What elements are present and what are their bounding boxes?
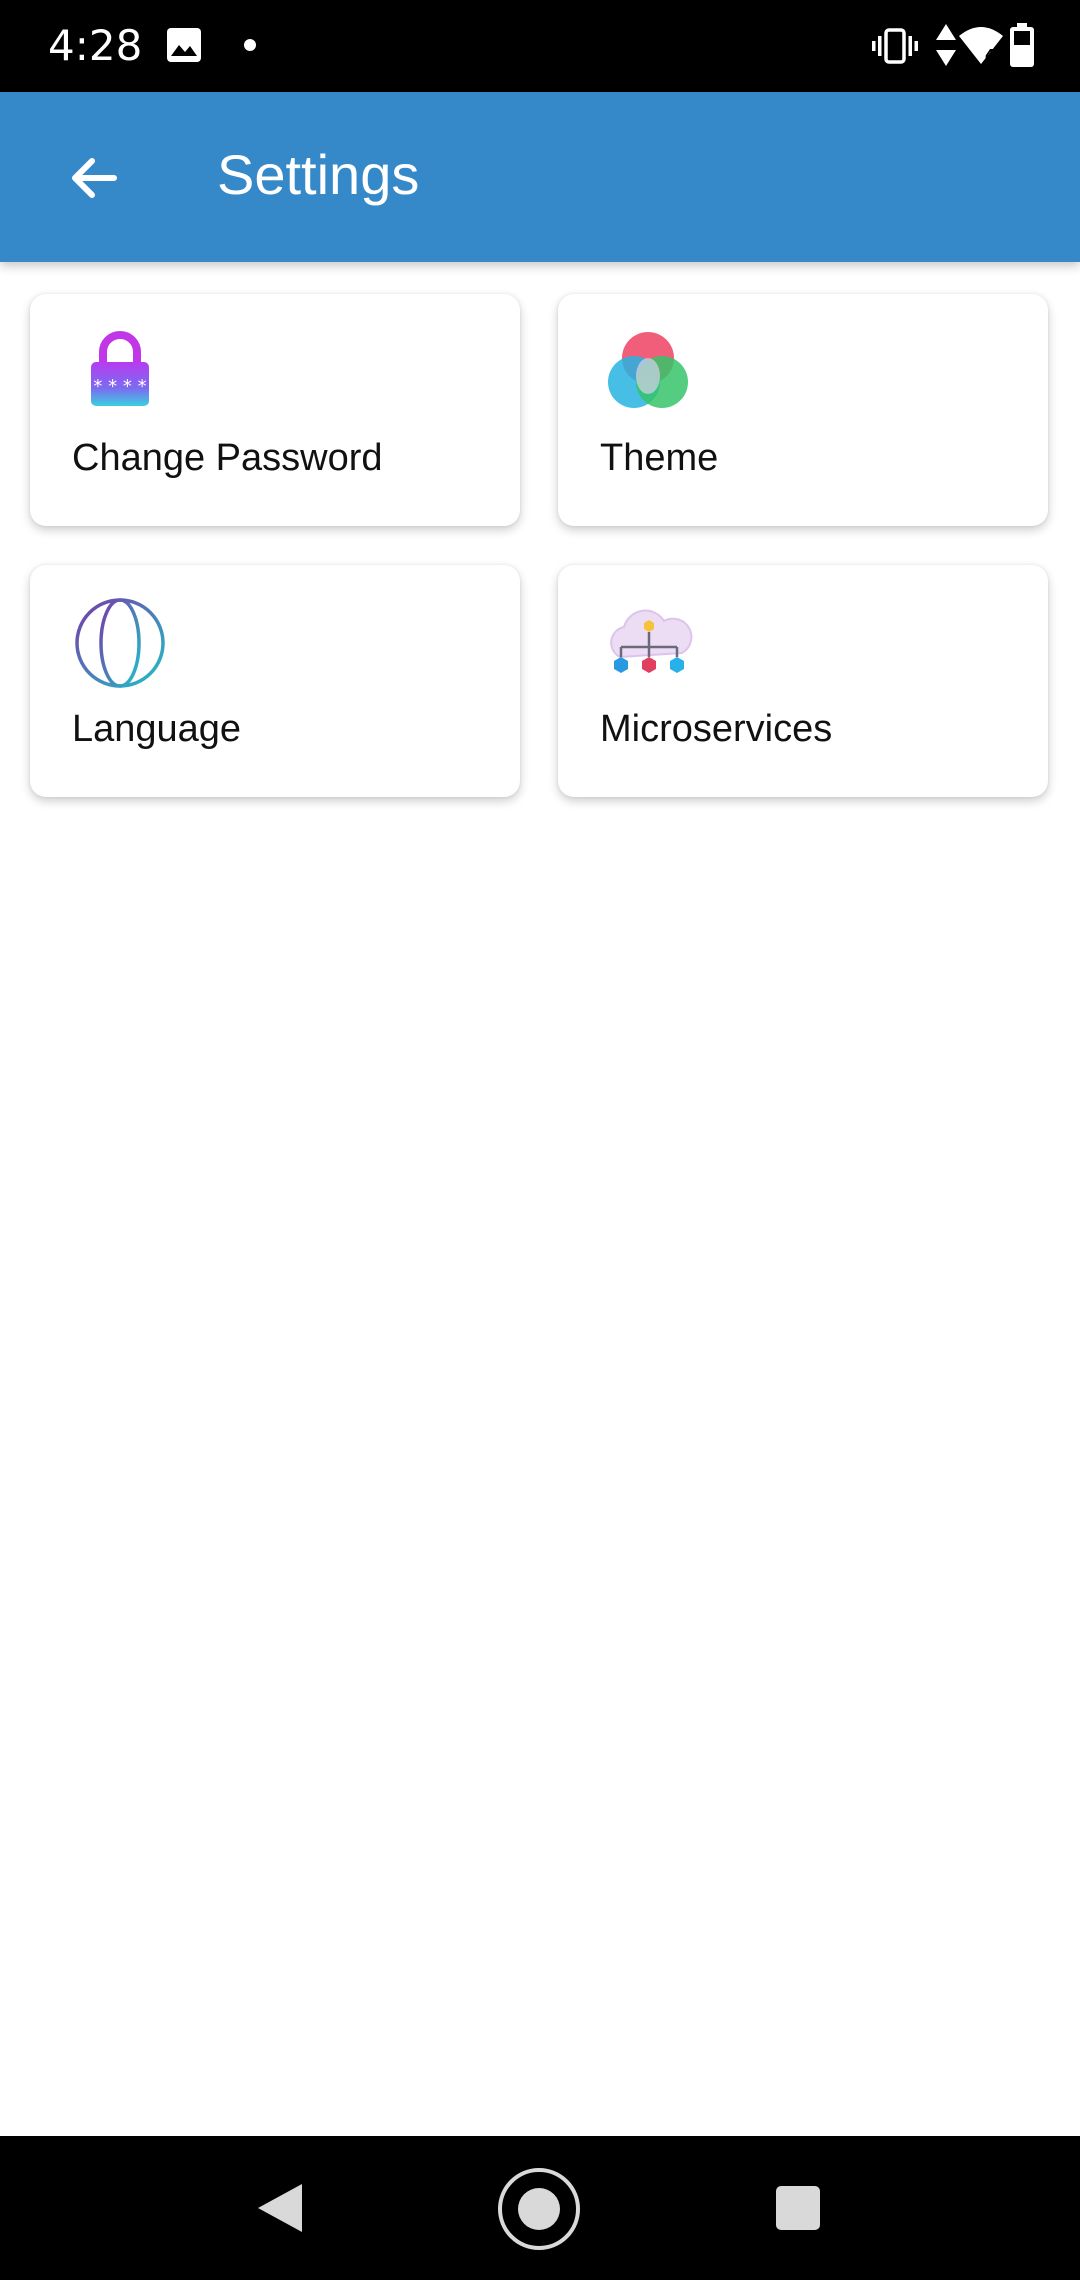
app-bar: Settings	[0, 92, 1080, 262]
system-nav-bar	[0, 2136, 1080, 2280]
language-card[interactable]: Language	[30, 565, 520, 797]
theme-label: Theme	[600, 437, 719, 479]
data-arrows-icon	[936, 24, 956, 66]
change-password-card[interactable]: * * * * Change Password	[30, 294, 520, 526]
page-title: Settings	[217, 143, 420, 206]
gallery-icon	[167, 28, 201, 62]
microservices-label: Microservices	[600, 708, 833, 750]
notification-dot-icon	[244, 39, 256, 51]
back-button[interactable]	[48, 132, 140, 224]
vibrate-icon	[872, 28, 918, 64]
battery-icon	[1010, 23, 1034, 67]
nav-recents-icon[interactable]	[774, 2184, 822, 2232]
wifi-badge: 4	[985, 46, 995, 64]
arrow-left-icon	[72, 158, 117, 198]
color-circles-icon	[608, 332, 688, 408]
microservices-card[interactable]: Microservices	[558, 565, 1048, 797]
change-password-label: Change Password	[72, 437, 383, 479]
status-bar: 4:28 4	[0, 0, 1080, 92]
svg-text:* * * *: * * * *	[93, 376, 146, 397]
theme-card[interactable]: Theme	[558, 294, 1048, 526]
padlock-icon: * * * *	[91, 331, 149, 406]
wifi-icon: 4	[959, 27, 1003, 64]
nav-back-icon[interactable]	[252, 2180, 308, 2236]
nav-home-icon[interactable]	[496, 2166, 582, 2252]
cloud-network-icon	[610, 609, 693, 673]
globe-icon	[75, 598, 165, 688]
language-label: Language	[72, 708, 242, 750]
status-time: 4:28	[48, 21, 143, 70]
